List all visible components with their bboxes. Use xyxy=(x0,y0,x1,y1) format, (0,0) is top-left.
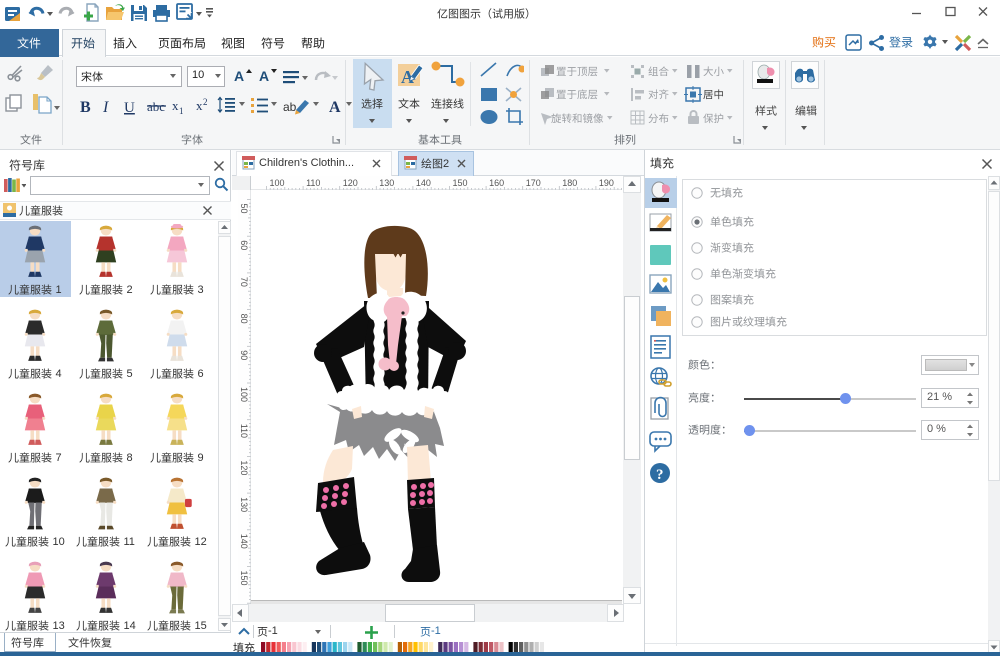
svg-text:50: 50 xyxy=(239,204,249,214)
svg-text:?: ? xyxy=(656,467,664,483)
svg-text:110: 110 xyxy=(239,424,249,438)
svg-text:130: 130 xyxy=(379,178,394,188)
svg-text:160: 160 xyxy=(489,178,504,188)
svg-text:ab: ab xyxy=(283,100,297,114)
svg-text:100: 100 xyxy=(270,178,285,188)
svg-text:190: 190 xyxy=(599,178,614,188)
svg-text:A: A xyxy=(329,99,341,116)
svg-text:I: I xyxy=(102,99,109,116)
svg-text:150: 150 xyxy=(453,178,468,188)
svg-text:70: 70 xyxy=(239,277,249,287)
svg-text:180: 180 xyxy=(562,178,577,188)
svg-text:150: 150 xyxy=(239,571,249,586)
svg-text:x: x xyxy=(196,98,203,113)
svg-text:x: x xyxy=(172,98,179,113)
svg-text:140: 140 xyxy=(416,178,431,188)
svg-text:B: B xyxy=(80,99,91,116)
svg-text:120: 120 xyxy=(239,460,249,475)
svg-text:120: 120 xyxy=(343,178,358,188)
svg-text:140: 140 xyxy=(239,534,249,549)
svg-text:2: 2 xyxy=(203,97,208,107)
svg-text:90: 90 xyxy=(239,350,249,360)
svg-text:1: 1 xyxy=(179,106,184,116)
svg-text:130: 130 xyxy=(239,497,249,512)
svg-text:U: U xyxy=(124,100,135,116)
svg-text:110: 110 xyxy=(306,178,320,188)
svg-text:170: 170 xyxy=(526,178,541,188)
svg-text:100: 100 xyxy=(239,387,249,402)
svg-text:60: 60 xyxy=(239,240,249,250)
svg-text:80: 80 xyxy=(239,314,249,324)
